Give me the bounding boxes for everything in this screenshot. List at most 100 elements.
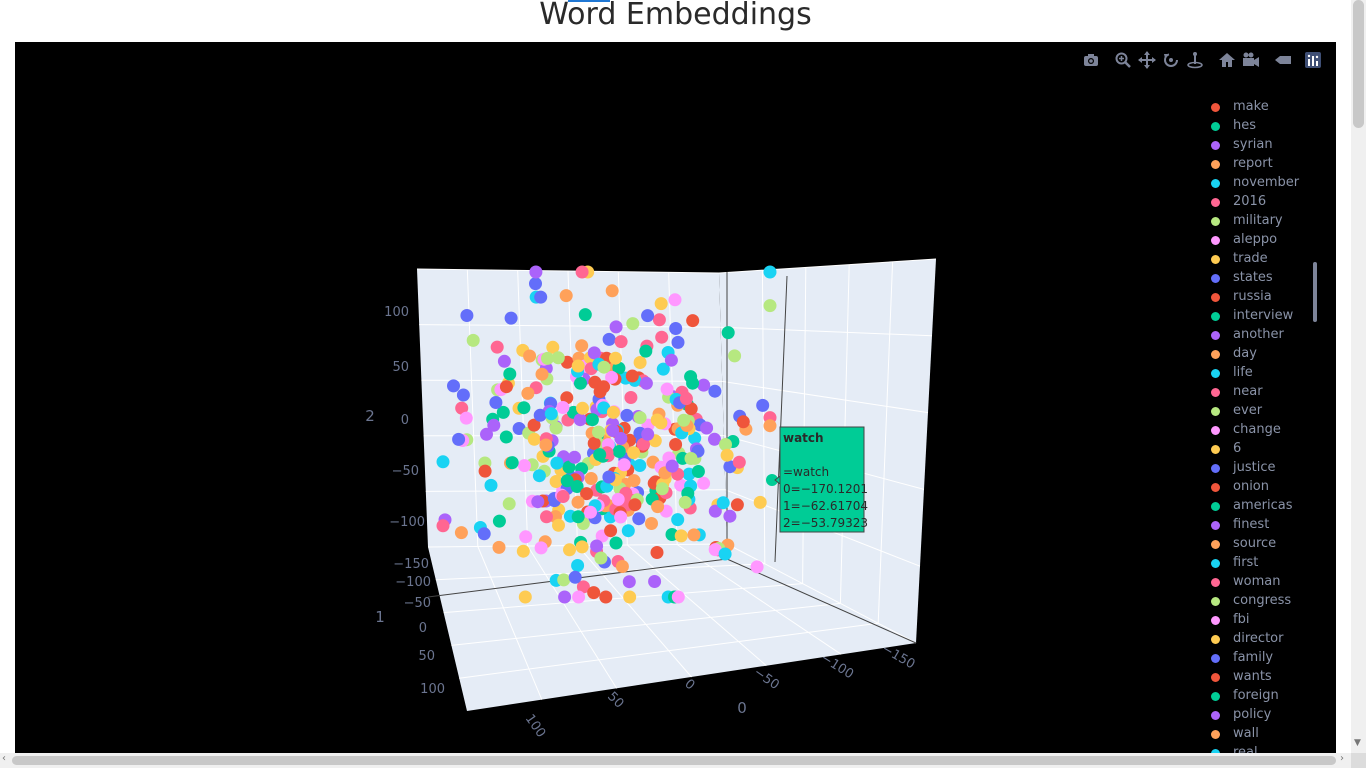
legend-item[interactable]: woman [1205,574,1325,593]
data-point[interactable] [650,546,664,559]
data-point[interactable] [587,436,601,450]
data-point[interactable] [669,322,683,335]
data-point[interactable] [602,332,616,346]
data-point[interactable] [571,559,585,572]
data-point[interactable] [544,407,558,421]
plotly-logo-icon[interactable] [1304,51,1322,69]
turntable-rotation-icon[interactable] [1186,51,1204,69]
data-point[interactable] [587,346,601,360]
hover-toggle-icon[interactable] [1274,51,1292,69]
data-point[interactable] [534,290,548,304]
data-point[interactable] [489,396,503,409]
data-point[interactable] [568,570,582,584]
data-point[interactable] [456,388,470,402]
data-point[interactable] [612,445,626,458]
data-point[interactable] [614,335,628,349]
data-point[interactable] [678,495,692,509]
data-point[interactable] [593,448,607,462]
legend-item[interactable]: military [1205,213,1325,232]
data-point[interactable] [587,586,601,600]
data-point[interactable] [763,299,777,313]
data-point[interactable] [617,458,631,472]
legend-item[interactable]: hes [1205,118,1325,137]
data-point[interactable] [575,540,589,554]
scroll-down-arrow-icon[interactable]: ▼ [1354,738,1361,748]
data-point[interactable] [573,413,587,427]
data-point[interactable] [633,356,647,369]
data-point[interactable] [639,344,653,358]
data-point[interactable] [563,543,576,557]
data-point[interactable] [541,351,554,365]
data-point[interactable] [609,351,622,365]
scroll-right-arrow-icon[interactable]: › [1340,753,1344,764]
data-point[interactable] [660,382,674,396]
data-point[interactable] [632,512,646,526]
data-point[interactable] [665,459,679,473]
data-point[interactable] [497,354,511,368]
data-point[interactable] [592,425,605,439]
legend-item[interactable]: americas [1205,498,1325,517]
data-point[interactable] [641,427,655,441]
data-point[interactable] [521,386,535,400]
data-point[interactable] [648,575,662,588]
data-point[interactable] [651,500,665,514]
scroll-left-arrow-icon[interactable]: ‹ [2,753,6,764]
data-point[interactable] [477,527,491,541]
data-point[interactable] [436,455,450,469]
data-point[interactable] [532,469,546,483]
data-point[interactable] [626,317,640,331]
data-point[interactable] [652,313,666,327]
data-point[interactable] [753,495,767,509]
data-point[interactable] [478,464,492,478]
legend-item[interactable]: congress [1205,593,1325,612]
data-point[interactable] [684,452,698,465]
data-point[interactable] [539,438,553,452]
plot-area[interactable]: 100 50 0 −50 −100 2 −150 −100 −50 0 50 1… [15,42,1336,753]
data-point[interactable] [568,450,581,464]
legend-item[interactable]: 2016 [1205,194,1325,213]
data-point[interactable] [655,330,669,344]
data-point[interactable] [490,340,504,354]
data-point[interactable] [492,514,506,528]
data-point[interactable] [571,359,585,373]
data-point[interactable] [669,438,683,451]
data-point[interactable] [677,413,691,427]
data-point[interactable] [686,376,700,390]
data-point[interactable] [556,401,570,414]
data-point[interactable] [436,519,450,533]
data-point[interactable] [627,474,641,488]
legend-item[interactable]: change [1205,422,1325,441]
data-point[interactable] [720,448,734,462]
data-point[interactable] [723,509,737,523]
data-point[interactable] [502,497,516,511]
data-point[interactable] [519,530,533,544]
data-point[interactable] [756,398,770,412]
data-point[interactable] [605,284,619,298]
data-point[interactable] [700,421,714,435]
legend-item[interactable]: real [1205,745,1325,753]
legend-item[interactable]: wants [1205,669,1325,688]
data-point[interactable] [499,380,513,394]
pan-icon[interactable] [1138,51,1156,69]
data-point[interactable] [590,539,604,553]
data-point[interactable] [531,495,545,509]
data-point[interactable] [533,408,547,422]
legend-item[interactable]: interview [1205,308,1325,327]
data-point[interactable] [559,289,573,303]
legend-item[interactable]: justice [1205,460,1325,479]
data-point[interactable] [611,492,625,506]
data-point[interactable] [452,432,466,446]
data-point[interactable] [615,560,629,573]
data-point[interactable] [576,401,589,415]
camera-view-icon[interactable] [1242,51,1260,69]
legend-item[interactable]: first [1205,555,1325,574]
data-point[interactable] [549,421,563,435]
data-point[interactable] [594,551,608,565]
page-vertical-scrollbar[interactable]: ▼ [1351,0,1366,753]
legend-item[interactable]: finest [1205,517,1325,536]
page-horizontal-scrollbar[interactable]: ‹ › [0,753,1351,768]
data-point[interactable] [602,470,616,484]
legend-item[interactable]: november [1205,175,1325,194]
data-point[interactable] [625,369,639,383]
data-point[interactable] [529,265,543,279]
